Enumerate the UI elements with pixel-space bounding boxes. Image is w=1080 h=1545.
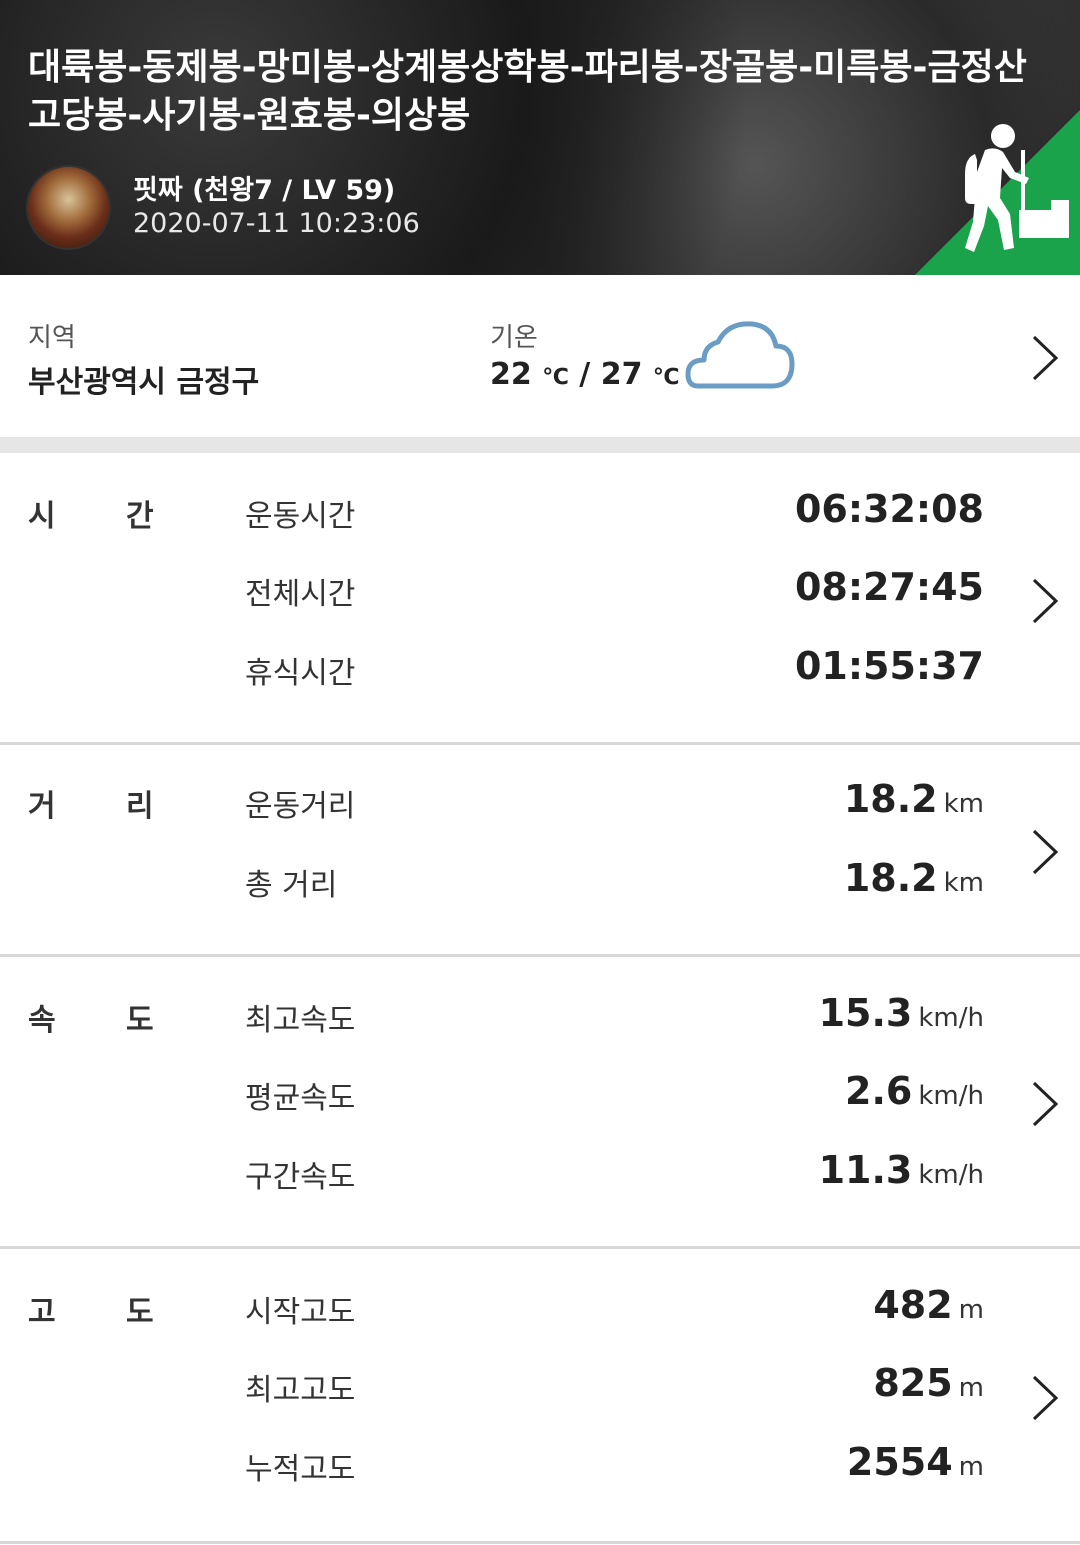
stat-label: 운동거리 (245, 789, 356, 824)
speed-section[interactable]: 속 도 최고속도 15.3 km/h 평균속도 2.6 km/h 구간속도 11.3… (0, 957, 1080, 1249)
stat-value: 825 m (873, 1361, 984, 1405)
temperature-separator: / (568, 357, 601, 392)
stat-label: 최고속도 (245, 1003, 356, 1038)
temperature-high: 27 (600, 357, 643, 392)
altitude-section[interactable]: 고 도 시작고도 482 m 최고고도 825 m 누적고도 2554 m (0, 1249, 1080, 1544)
stat-value: 2554 m (846, 1440, 984, 1484)
stat-label: 최고고도 (245, 1373, 356, 1408)
stat-value: 18.2 km (843, 777, 984, 821)
cloud-icon (685, 321, 795, 389)
time-section[interactable]: 시 간 운동시간 06:32:08 전체시간 08:27:45 휴식시간 01:… (0, 453, 1080, 745)
stat-value: 01:55:37 (794, 644, 984, 688)
activity-date: 2020-07-11 10:23:06 (133, 208, 420, 239)
temperature-low: 22 (490, 357, 532, 392)
chevron-right-icon[interactable] (1030, 576, 1060, 626)
chevron-right-icon[interactable] (1030, 333, 1060, 383)
activity-title: 대륙봉-동제봉-망미봉-상계봉상학봉-파리봉-장골봉-미륵봉-금정산고당봉-사기… (28, 47, 1027, 136)
stat-label: 구간속도 (245, 1160, 356, 1195)
hiker-icon (915, 110, 1080, 275)
chevron-right-icon[interactable] (1030, 1079, 1060, 1129)
section-heading: 도 (126, 1295, 154, 1330)
section-heading: 간 (126, 499, 154, 534)
chevron-right-icon[interactable] (1030, 1373, 1060, 1423)
section-heading: 고 (28, 1295, 56, 1330)
section-divider (0, 437, 1080, 453)
section-heading: 시 (28, 499, 56, 534)
section-heading: 거 (28, 789, 56, 824)
region-label: 지역 (28, 323, 76, 353)
location-weather-row[interactable]: 지역 부산광역시 금정구 기온 22 ℃ / 27 ℃ (0, 275, 1080, 437)
activity-header: 대륙봉-동제봉-망미봉-상계봉상학봉-파리봉-장골봉-미륵봉-금정산고당봉-사기… (0, 0, 1080, 275)
temperature-unit: ℃ (652, 365, 680, 390)
stat-label: 총 거리 (245, 868, 338, 903)
stat-label: 전체시간 (245, 577, 356, 612)
stat-label: 누적고도 (245, 1452, 356, 1487)
distance-section[interactable]: 거 리 운동거리 18.2 km 총 거리 18.2 km (0, 745, 1080, 957)
stat-value: 482 m (873, 1283, 984, 1327)
section-heading: 속 (28, 1003, 56, 1038)
stat-value: 18.2 km (843, 856, 984, 900)
stat-label: 운동시간 (245, 499, 356, 534)
temperature-unit: ℃ (542, 365, 569, 390)
stat-value: 11.3 km/h (818, 1148, 984, 1192)
region-value: 부산광역시 금정구 (28, 365, 260, 400)
stat-value: 2.6 km/h (845, 1069, 984, 1113)
chevron-right-icon[interactable] (1030, 827, 1060, 877)
stat-value: 08:27:45 (794, 565, 984, 609)
temperature-label: 기온 (490, 323, 538, 353)
user-name: 핏짜 (천왕7 / LV 59) (133, 175, 396, 206)
stat-label: 평균속도 (245, 1081, 356, 1116)
section-heading: 리 (126, 789, 154, 824)
stat-label: 휴식시간 (245, 656, 356, 691)
stat-value: 06:32:08 (794, 487, 984, 531)
stat-label: 시작고도 (245, 1295, 356, 1330)
stat-value: 15.3 km/h (818, 991, 984, 1035)
avatar[interactable] (26, 165, 111, 250)
temperature-value: 22 ℃ / 27 ℃ (490, 357, 680, 392)
section-heading: 도 (126, 1003, 154, 1038)
